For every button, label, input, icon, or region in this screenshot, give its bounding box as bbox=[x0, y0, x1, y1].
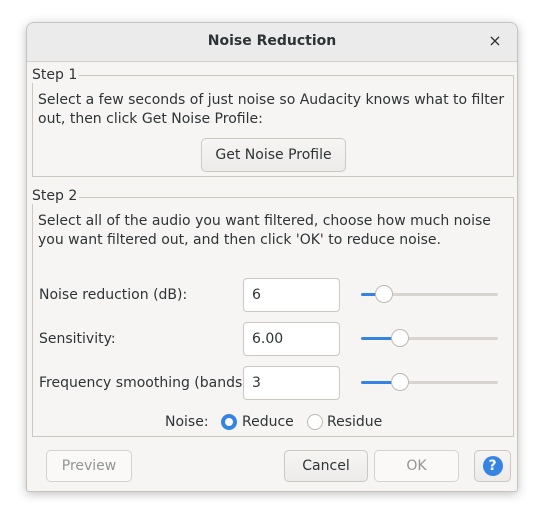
reduce-radio-label[interactable]: Reduce bbox=[242, 414, 294, 430]
noise-reduction-input[interactable]: 6 bbox=[243, 278, 340, 312]
residue-radio[interactable] bbox=[307, 414, 323, 430]
dialog-title: Noise Reduction bbox=[207, 33, 337, 49]
cancel-button[interactable]: Cancel bbox=[284, 450, 368, 482]
frequency-smoothing-slider[interactable] bbox=[361, 373, 498, 393]
noise-reduction-dialog: Noise Reduction × Step 1 Select a few se… bbox=[26, 22, 518, 492]
close-icon[interactable]: × bbox=[485, 31, 505, 51]
step1-legend: Step 1 bbox=[32, 67, 80, 83]
step1-description: Select a few seconds of just noise so Au… bbox=[38, 92, 505, 127]
sensitivity-label: Sensitivity: bbox=[39, 331, 116, 347]
title-bar[interactable]: Noise Reduction × bbox=[27, 23, 517, 62]
get-noise-profile-button[interactable]: Get Noise Profile bbox=[201, 138, 346, 172]
ok-button[interactable]: OK bbox=[374, 450, 459, 482]
slider-knob[interactable] bbox=[375, 285, 393, 303]
help-button[interactable]: ? bbox=[474, 450, 511, 482]
preview-button[interactable]: Preview bbox=[46, 450, 132, 482]
sensitivity-input[interactable]: 6.00 bbox=[243, 322, 340, 356]
step2-legend: Step 2 bbox=[32, 188, 80, 204]
help-icon: ? bbox=[482, 456, 503, 476]
frequency-smoothing-label: Frequency smoothing (bands): bbox=[39, 375, 253, 391]
noise-reduction-label: Noise reduction (dB): bbox=[39, 287, 188, 303]
reduce-radio[interactable] bbox=[221, 414, 237, 430]
step2-description: Select all of the audio you want filtere… bbox=[38, 213, 491, 248]
sensitivity-slider[interactable] bbox=[361, 329, 498, 349]
frequency-smoothing-input[interactable]: 3 bbox=[243, 366, 340, 400]
slider-knob[interactable] bbox=[391, 329, 409, 347]
residue-radio-label[interactable]: Residue bbox=[327, 414, 382, 430]
noise-reduction-slider[interactable] bbox=[361, 285, 498, 305]
noise-label: Noise: bbox=[165, 414, 209, 430]
slider-knob[interactable] bbox=[391, 373, 409, 391]
